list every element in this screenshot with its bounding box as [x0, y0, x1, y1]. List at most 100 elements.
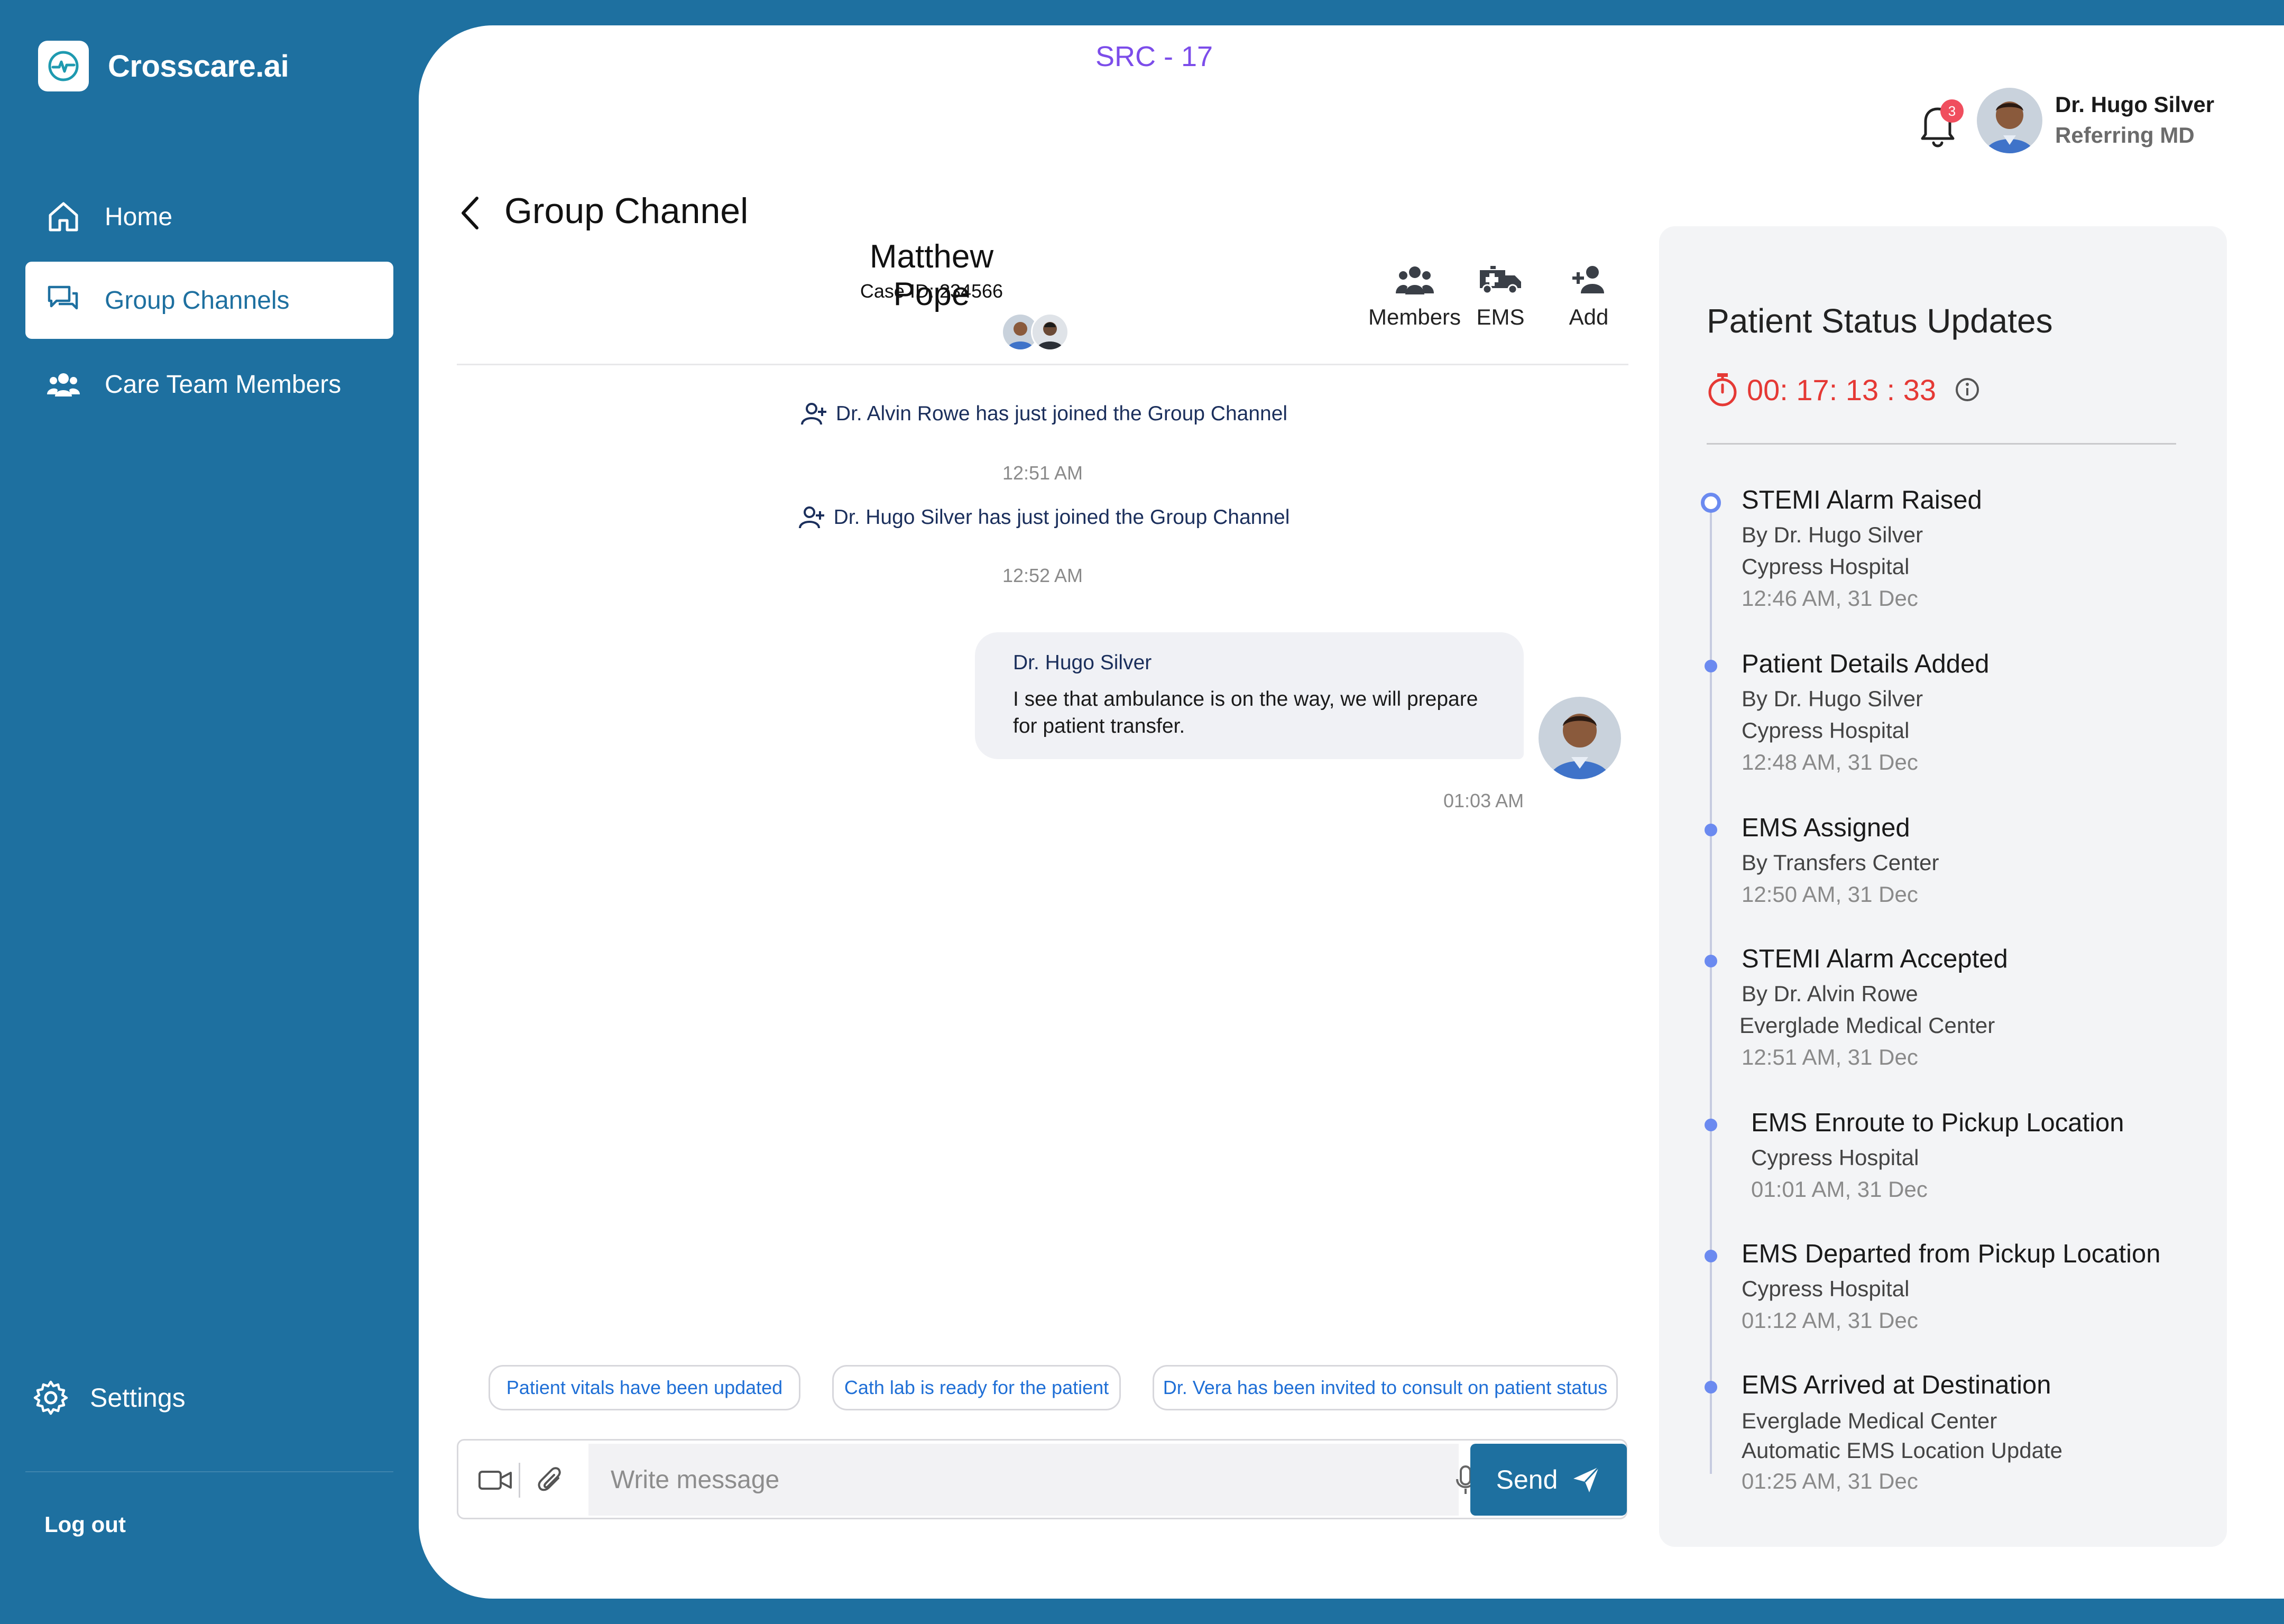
chat-bubbles-icon	[44, 281, 82, 319]
timeline-dot	[1705, 824, 1717, 836]
members-button[interactable]: Members	[1368, 257, 1461, 330]
message-sender: Dr. Hugo Silver	[1013, 651, 1152, 674]
sidebar-item-label: Care Team Members	[105, 370, 342, 399]
heartbeat-icon	[38, 41, 89, 91]
info-icon[interactable]	[1954, 376, 1981, 403]
quick-reply-chip[interactable]: Patient vitals have been updated	[489, 1365, 800, 1410]
timer-value: 00: 17: 13 : 33	[1747, 373, 1937, 407]
paper-plane-icon	[1571, 1465, 1601, 1494]
timeline-dot	[1705, 955, 1717, 967]
sidebar-divider	[25, 1471, 393, 1472]
stopwatch-icon	[1707, 372, 1738, 407]
video-icon[interactable]	[476, 1463, 514, 1498]
system-message: Dr. Hugo Silver has just joined the Grou…	[419, 504, 1666, 531]
send-label: Send	[1496, 1465, 1558, 1494]
ems-label: EMS	[1476, 304, 1525, 329]
avatar	[1539, 697, 1621, 779]
add-member-button[interactable]: Add	[1562, 257, 1615, 330]
system-message-text: Dr. Alvin Rowe has just joined the Group…	[835, 402, 1288, 425]
back-button[interactable]	[450, 190, 489, 236]
add-label: Add	[1569, 304, 1609, 329]
event-time: 01:12 AM, 31 Dec	[1742, 1308, 1918, 1333]
elapsed-timer: 00: 17: 13 : 33	[1707, 372, 1981, 407]
user-role: Referring MD	[2055, 123, 2195, 147]
case-id: Case ID: 234566	[860, 280, 1003, 302]
timeline-dot	[1705, 1381, 1717, 1394]
patient-status-panel: Patient Status Updates 00: 17: 13 : 33 S…	[1659, 226, 2227, 1547]
timeline-dot	[1705, 660, 1717, 672]
member-avatar	[1031, 313, 1069, 351]
send-button[interactable]: Send	[1470, 1444, 1627, 1516]
event-detail: Everglade Medical Center	[1739, 1013, 1995, 1038]
event-time: 01:25 AM, 31 Dec	[1742, 1469, 1918, 1493]
event-time: 12:48 AM, 31 Dec	[1742, 750, 1918, 774]
sidebar-item-label: Home	[105, 202, 173, 231]
sidebar-item-settings[interactable]: Settings	[31, 1378, 186, 1418]
user-name: Dr. Hugo Silver	[2055, 92, 2215, 117]
user-plus-icon	[796, 504, 827, 531]
timeline-dot-current	[1701, 493, 1721, 513]
event-detail: By Dr. Hugo Silver	[1742, 522, 1923, 547]
paperclip-icon[interactable]	[531, 1463, 569, 1498]
page-title: Group Channel	[504, 191, 749, 231]
event-time: 01:01 AM, 31 Dec	[1751, 1177, 1928, 1202]
event-title: STEMI Alarm Raised	[1742, 486, 1982, 514]
message-text: I see that ambulance is on the way, we w…	[1013, 688, 1478, 737]
people-icon	[44, 365, 82, 403]
event-detail: Everglade Medical Center	[1742, 1408, 1997, 1433]
event-detail: By Dr. Alvin Rowe	[1742, 981, 1918, 1006]
chevron-left-icon	[462, 197, 478, 229]
event-title: Patient Details Added	[1742, 650, 1990, 678]
system-message-time: 12:52 AM	[1002, 565, 1083, 586]
event-title: EMS Arrived at Destination	[1742, 1371, 2051, 1399]
event-time: 12:46 AM, 31 Dec	[1742, 586, 1918, 611]
event-time: 12:51 AM, 31 Dec	[1742, 1045, 1918, 1069]
event-title: EMS Departed from Pickup Location	[1742, 1240, 2161, 1268]
gear-icon	[31, 1378, 71, 1418]
user-plus-icon	[798, 401, 830, 427]
quick-reply-chip[interactable]: Cath lab is ready for the patient	[832, 1365, 1121, 1410]
logout-button[interactable]: Log out	[44, 1512, 126, 1537]
notification-badge: 3	[1940, 99, 1964, 123]
event-title: EMS Assigned	[1742, 814, 1910, 842]
system-message-text: Dr. Hugo Silver has just joined the Grou…	[833, 506, 1290, 529]
event-detail: By Transfers Center	[1742, 850, 1939, 875]
timeline-line	[1710, 501, 1712, 1474]
members-label: Members	[1368, 304, 1461, 329]
event-title: STEMI Alarm Accepted	[1742, 945, 2008, 973]
app-logo[interactable]: Crosscare.ai	[38, 41, 289, 91]
sidebar-item-care-team-members[interactable]: Care Team Members	[25, 346, 393, 423]
timeline-dot	[1705, 1250, 1717, 1262]
sidebar: Crosscare.ai Home Group Channels Care Te…	[0, 0, 419, 1624]
event-detail: Cypress Hospital	[1751, 1145, 1919, 1170]
avatar[interactable]	[1977, 88, 2042, 153]
add-user-icon	[1562, 257, 1615, 302]
quick-reply-chip[interactable]: Dr. Vera has been invited to consult on …	[1153, 1365, 1618, 1410]
main-panel: SRC - 17 3 Dr. Hugo Silver Referring MD …	[419, 25, 2284, 1599]
src-label: SRC - 17	[1095, 41, 1213, 72]
message-time: 01:03 AM	[1443, 790, 1524, 811]
message-input[interactable]	[588, 1444, 1459, 1516]
notifications-button[interactable]: 3	[1915, 99, 1966, 150]
chat-header-divider	[457, 364, 1628, 365]
system-message: Dr. Alvin Rowe has just joined the Group…	[419, 401, 1666, 427]
settings-label: Settings	[90, 1383, 186, 1413]
composer-separator	[519, 1463, 520, 1498]
sidebar-item-group-channels[interactable]: Group Channels	[25, 262, 393, 339]
message-composer: Send	[457, 1439, 1627, 1519]
sidebar-item-label: Group Channels	[105, 286, 290, 315]
event-detail: Cypress Hospital	[1742, 718, 1910, 743]
event-detail: By Dr. Hugo Silver	[1742, 686, 1923, 711]
status-panel-divider	[1707, 443, 2176, 445]
chat-message: Dr. Hugo Silver I see that ambulance is …	[975, 632, 1524, 759]
sidebar-item-home[interactable]: Home	[25, 178, 393, 255]
members-icon	[1388, 257, 1441, 302]
ambulance-icon	[1474, 257, 1527, 302]
event-detail: Automatic EMS Location Update	[1742, 1438, 2062, 1463]
home-icon	[44, 198, 82, 236]
ems-button[interactable]: EMS	[1474, 257, 1527, 330]
event-detail: Cypress Hospital	[1742, 1276, 1910, 1301]
app-name: Crosscare.ai	[108, 49, 289, 84]
event-time: 12:50 AM, 31 Dec	[1742, 882, 1918, 907]
event-title: EMS Enroute to Pickup Location	[1751, 1109, 2124, 1137]
